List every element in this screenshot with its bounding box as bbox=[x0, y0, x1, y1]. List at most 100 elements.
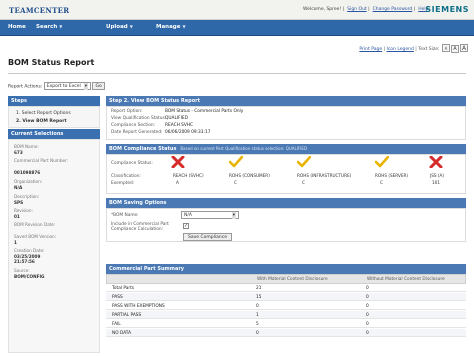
row-label: PASS WITH EXEMPTIONS bbox=[112, 303, 165, 309]
row-label: FAIL bbox=[112, 321, 121, 327]
chevron-down-icon: ▼ bbox=[129, 24, 133, 29]
icon-legend-link[interactable]: Icon Legend bbox=[387, 47, 414, 52]
save-compliance-button[interactable]: Save Compliance bbox=[183, 233, 232, 241]
menu-manage[interactable]: Manage ▼ bbox=[156, 24, 186, 30]
compliance-header: BOM Compliance Status Based on current Pa… bbox=[106, 144, 466, 154]
row-with: 1 bbox=[256, 312, 259, 318]
step-select-report-options[interactable]: 1. Select Report Options bbox=[16, 111, 71, 116]
welcome-text: Welcome, Spree! bbox=[303, 7, 342, 12]
report-actions: Report Actions: Export to Excel ▾ Go bbox=[8, 82, 105, 90]
selection-label: Saved BOM Version: bbox=[14, 234, 57, 239]
menu-home-label: Home bbox=[8, 24, 26, 30]
step-view-bom-report[interactable]: 2. View BOM Report bbox=[16, 119, 67, 124]
table-row: Total Parts 21 0 bbox=[106, 284, 466, 292]
row-label: NO DATA bbox=[112, 330, 132, 336]
selection-label: BOM Name: bbox=[14, 144, 39, 149]
menu-search-label: Search bbox=[36, 24, 58, 30]
pass-check-icon bbox=[375, 156, 389, 168]
go-button[interactable]: Go bbox=[92, 82, 105, 90]
compliance-name: ROHS (CONSUMER) bbox=[229, 173, 270, 178]
compliance-title: BOM Compliance Status bbox=[109, 146, 177, 152]
menu-manage-label: Manage bbox=[156, 24, 181, 30]
summary-col-without: Without Material Content Disclosure bbox=[367, 277, 445, 282]
menu-upload-label: Upload bbox=[106, 24, 128, 30]
compliance-note: Based on current Part Qualification stat… bbox=[180, 146, 308, 151]
report-info-panel: Report Option: BOM Status - Commercial P… bbox=[106, 106, 466, 140]
compliance-name: ROHS (SERVER) bbox=[375, 173, 409, 178]
pass-check-icon bbox=[297, 156, 311, 168]
classification-label: Classification: bbox=[111, 174, 141, 179]
steps-header: Steps bbox=[8, 96, 100, 106]
chevron-down-icon: ▾ bbox=[231, 212, 236, 219]
text-size-label: Text Size: bbox=[418, 47, 440, 52]
summary-header: Commercial Part Summary bbox=[106, 264, 466, 274]
compliance-item: REACH (SVHC) A bbox=[171, 156, 215, 185]
selection-label: Organization: bbox=[14, 179, 43, 184]
compliance-item: ROHS (SERVER) C bbox=[375, 156, 419, 185]
menu-search[interactable]: Search ▼ bbox=[36, 24, 62, 30]
compliance-item: ROHS (INFRASTRUCTURE) C bbox=[297, 156, 351, 185]
change-password-link[interactable]: Change Password bbox=[373, 7, 413, 12]
summary-column-headers: With Material Content Disclosure Without… bbox=[106, 274, 466, 284]
row-label: PASS bbox=[112, 294, 123, 300]
row-without: 0 bbox=[366, 321, 369, 327]
step-view-header: Step 2. View BOM Status Report bbox=[106, 96, 466, 106]
info-value: 06/06/2009 09:33:17 bbox=[165, 130, 211, 135]
exempted-label: Exempted: bbox=[111, 181, 135, 186]
row-without: 0 bbox=[366, 330, 369, 336]
table-row: NO DATA 0 0 bbox=[106, 329, 466, 337]
text-size-small-button[interactable]: A bbox=[442, 44, 450, 52]
selection-label: Source: bbox=[14, 268, 30, 273]
compliance-item: JSS (A) 101 bbox=[429, 156, 473, 185]
include-compliance-checkbox[interactable]: ✓ bbox=[183, 223, 189, 229]
row-without: 0 bbox=[366, 285, 369, 291]
selection-label: BOM Revision Date: bbox=[14, 222, 56, 227]
print-page-link[interactable]: Print Page bbox=[359, 47, 382, 52]
row-with: 0 bbox=[256, 303, 259, 309]
text-size-medium-button[interactable]: A bbox=[451, 45, 459, 53]
row-with: 0 bbox=[256, 330, 259, 336]
bom-name-label: *BOM Name: bbox=[111, 213, 139, 218]
include-compliance-label: Include in Commercial Part Compliance Ca… bbox=[111, 222, 169, 232]
compliance-grade: C bbox=[380, 180, 383, 185]
compliance-grade: C bbox=[234, 180, 237, 185]
text-size-large-button[interactable]: A bbox=[460, 44, 468, 52]
chevron-down-icon: ▼ bbox=[59, 24, 63, 29]
row-label: Total Parts bbox=[112, 285, 135, 291]
fail-x-icon bbox=[171, 156, 185, 168]
sign-out-link[interactable]: Sign Out bbox=[347, 7, 366, 12]
siemens-brand: SIEMENS bbox=[425, 5, 469, 14]
menu-home[interactable]: Home bbox=[8, 24, 26, 30]
info-label: Report Option: bbox=[111, 109, 143, 114]
compliance-panel: Compliance Status: Classification: Exemp… bbox=[106, 154, 466, 194]
bom-name-select-box: N/A ▾ bbox=[181, 211, 239, 219]
row-with: 21 bbox=[256, 285, 262, 291]
welcome-area: Welcome, Spree! | Sign Out | Change Passwo… bbox=[303, 7, 429, 12]
menu-upload[interactable]: Upload ▼ bbox=[106, 24, 133, 30]
selection-value: 673 bbox=[14, 150, 23, 155]
selection-value: 001098876 bbox=[14, 170, 41, 175]
compliance-grade: A bbox=[176, 180, 179, 185]
compliance-name: ROHS (INFRASTRUCTURE) bbox=[297, 173, 352, 178]
row-label: PARTIAL PASS bbox=[112, 312, 142, 318]
chevron-down-icon: ▾ bbox=[83, 83, 89, 90]
selection-value: BOM/CONFIG bbox=[14, 274, 45, 279]
compliance-item: ROHS (CONSUMER) C bbox=[229, 156, 273, 185]
selection-label: Commercial Part Number: bbox=[14, 158, 69, 163]
selection-value: 1 bbox=[14, 240, 17, 245]
saving-options-header: BOM Saving Options bbox=[106, 198, 466, 208]
info-label: View Qualification Status: bbox=[111, 116, 167, 121]
pass-check-icon bbox=[229, 156, 243, 168]
selection-value: N/A bbox=[14, 185, 23, 190]
row-with: 5 bbox=[256, 321, 259, 327]
bom-name-select[interactable]: N/A ▾ bbox=[181, 211, 239, 219]
title-divider bbox=[8, 73, 466, 74]
info-value: BOM Status - Commercial Parts Only bbox=[165, 109, 244, 114]
info-value: REACH SVHC bbox=[165, 123, 194, 128]
report-actions-selected: Export to Excel bbox=[46, 84, 81, 89]
compliance-status-label: Compliance Status: bbox=[111, 161, 153, 166]
report-actions-select[interactable]: Export to Excel ▾ bbox=[43, 82, 92, 90]
teamcenter-logo[interactable]: TEAMCENTER bbox=[9, 6, 69, 15]
table-row: PASS WITH EXEMPTIONS 0 0 bbox=[106, 302, 466, 310]
table-row: PASS 15 0 bbox=[106, 293, 466, 301]
